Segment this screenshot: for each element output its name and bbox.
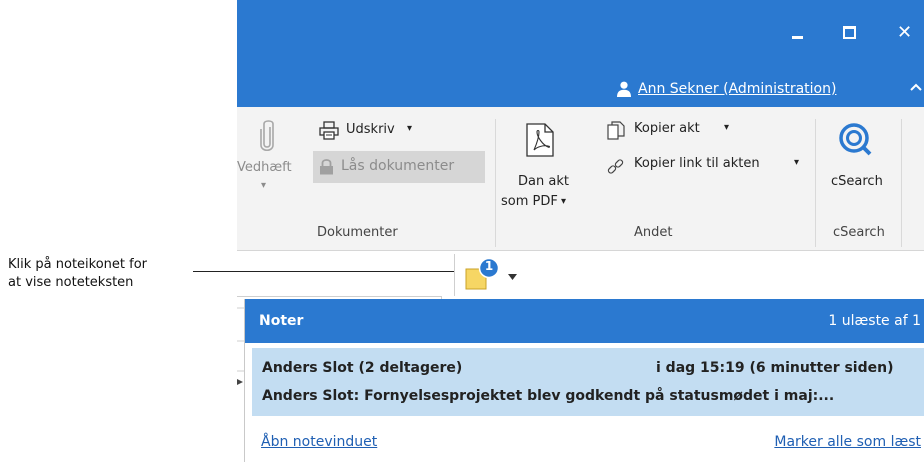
- maximize-button[interactable]: [839, 22, 861, 44]
- user-account[interactable]: Ann Sekner (Administration): [617, 78, 836, 100]
- attach-label: Vedhæft: [237, 160, 292, 175]
- note-timestamp: i dag 15:19 (6 minutter siden): [656, 360, 894, 376]
- note-button[interactable]: 1: [464, 255, 524, 293]
- lock-icon: [320, 159, 333, 175]
- pdf-icon: [526, 123, 554, 157]
- annotation-text: Klik på noteikonet for at vise notetekst…: [8, 256, 193, 292]
- note-author: Anders Slot (2 deltagere): [262, 360, 463, 376]
- minimize-button[interactable]: [787, 22, 809, 44]
- copy-link-label: Kopier link til akten: [634, 156, 760, 171]
- notes-popup: Noter 1 ulæste af 1 Anders Slot (2 delta…: [244, 299, 924, 462]
- group-separator: [495, 119, 496, 247]
- chevron-up-icon[interactable]: [909, 80, 923, 94]
- mark-all-read-link[interactable]: Marker alle som læst: [774, 434, 921, 450]
- open-note-window-link[interactable]: Åbn notevinduet: [261, 434, 377, 450]
- printer-icon: [319, 121, 339, 140]
- paperclip-icon: [260, 120, 274, 152]
- copy-link-button[interactable]: Kopier link til akten ▾: [607, 156, 807, 178]
- title-bar: ✕ Ann Sekner (Administration): [237, 0, 924, 107]
- toolbar-separator: [454, 254, 455, 296]
- chevron-down-icon: ▾: [407, 123, 413, 134]
- print-button[interactable]: Udskriv ▾: [319, 121, 429, 145]
- note-list-item[interactable]: Anders Slot (2 deltagere) i dag 15:19 (6…: [252, 348, 924, 416]
- lock-documents-button[interactable]: Lås dokumenter: [313, 151, 485, 183]
- copy-act-label: Kopier akt: [634, 121, 700, 136]
- unread-count: 1 ulæste af 1: [828, 313, 921, 329]
- group-label-csearch: cSearch: [833, 225, 885, 240]
- ribbon: Vedhæft ▾ Udskriv ▾ Lås dokumenter Dan a…: [237, 107, 924, 251]
- chevron-down-icon: ▾: [561, 196, 567, 207]
- note-preview-text: Anders Slot: Fornyelsesprojektet blev go…: [262, 388, 835, 404]
- copy-act-button[interactable]: Kopier akt ▾: [607, 121, 737, 143]
- notes-popup-title: Noter: [259, 313, 304, 329]
- group-label-other: Andet: [634, 225, 673, 240]
- user-icon: [617, 81, 631, 97]
- link-icon: [607, 159, 624, 174]
- close-button[interactable]: ✕: [897, 22, 919, 44]
- create-pdf-label-line1: Dan akt: [518, 174, 569, 189]
- lock-documents-label: Lås dokumenter: [341, 158, 455, 174]
- annotation-pointer-line: [193, 271, 455, 272]
- create-pdf-button[interactable]: Dan akt som PDF ▾: [501, 117, 571, 217]
- chevron-down-icon: ▾: [794, 157, 800, 168]
- annotation-line-2: at vise noteteksten: [8, 275, 134, 290]
- group-separator: [815, 119, 816, 247]
- csearch-label: cSearch: [831, 174, 883, 189]
- annotation-line-1: Klik på noteikonet for: [8, 257, 148, 272]
- notes-popup-header: Noter 1 ulæste af 1: [245, 299, 924, 343]
- group-label-documents: Dokumenter: [317, 225, 398, 240]
- note-count-badge: 1: [484, 259, 494, 273]
- chevron-down-icon: ▾: [261, 180, 267, 191]
- user-name-link[interactable]: Ann Sekner (Administration): [638, 81, 836, 97]
- group-separator: [901, 119, 902, 247]
- csearch-icon: [839, 123, 872, 156]
- copy-icon: [607, 121, 625, 140]
- attach-button[interactable]: Vedhæft ▾: [237, 107, 292, 217]
- csearch-button[interactable]: cSearch: [823, 117, 893, 217]
- chevron-down-icon: ▾: [724, 122, 730, 133]
- print-label: Udskriv: [346, 122, 395, 137]
- create-pdf-label-line2: som PDF: [501, 194, 558, 209]
